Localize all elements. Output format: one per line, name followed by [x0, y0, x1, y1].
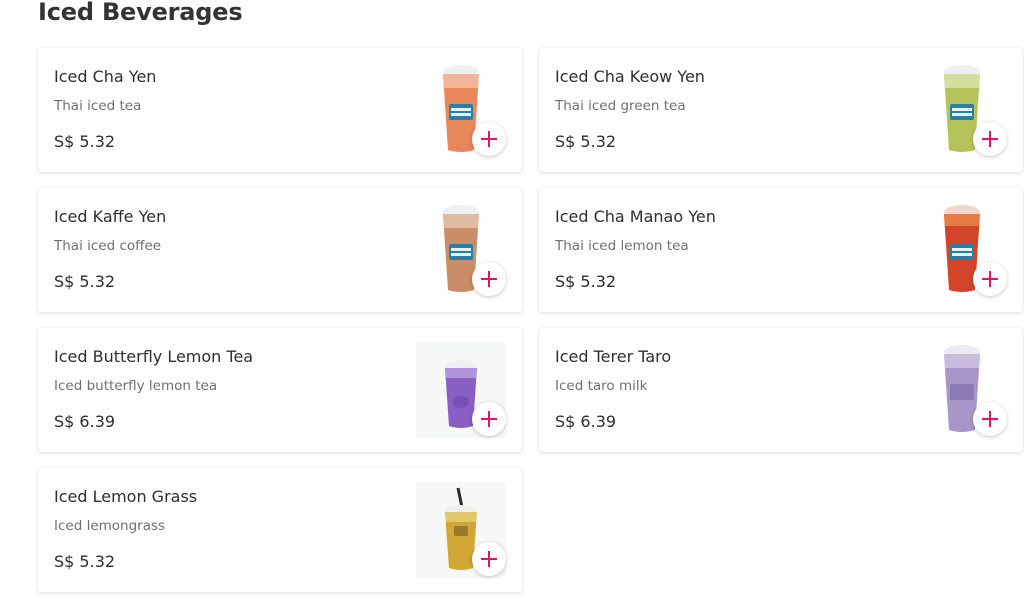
item-description: Thai iced lemon tea — [555, 238, 689, 254]
item-price: S$ 6.39 — [54, 412, 116, 431]
item-price: S$ 5.32 — [54, 272, 116, 291]
menu-item-card[interactable]: Iced Cha Manao Yen Thai iced lemon tea S… — [539, 188, 1023, 312]
item-name: Iced Terer Taro — [555, 347, 672, 366]
item-price: S$ 5.32 — [54, 552, 116, 571]
add-to-cart-button[interactable] — [472, 262, 506, 296]
item-name: Iced Cha Keow Yen — [555, 67, 705, 86]
menu-item-card[interactable]: Iced Cha Yen Thai iced tea S$ 5.32 — [38, 48, 522, 172]
menu-item-card[interactable]: Iced Lemon Grass Iced lemongrass S$ 5.32 — [38, 468, 522, 592]
item-description: Iced butterfly lemon tea — [54, 378, 218, 394]
item-name: Iced Butterfly Lemon Tea — [54, 347, 254, 366]
item-name: Iced Cha Manao Yen — [555, 207, 716, 226]
menu-item-card[interactable]: Iced Kaffe Yen Thai iced coffee S$ 5.32 — [38, 188, 522, 312]
item-description: Iced taro milk — [555, 378, 648, 394]
menu-item-card[interactable]: Iced Terer Taro Iced taro milk S$ 6.39 — [539, 328, 1023, 452]
item-name: Iced Cha Yen — [54, 67, 157, 86]
add-to-cart-button[interactable] — [472, 402, 506, 436]
item-price: S$ 6.39 — [555, 412, 617, 431]
item-description: Thai iced coffee — [54, 238, 162, 254]
item-description: Thai iced green tea — [555, 98, 686, 114]
add-to-cart-button[interactable] — [973, 402, 1007, 436]
add-to-cart-button[interactable] — [472, 122, 506, 156]
add-to-cart-button[interactable] — [973, 122, 1007, 156]
item-price: S$ 5.32 — [555, 132, 617, 151]
add-to-cart-button[interactable] — [472, 542, 506, 576]
item-name: Iced Kaffe Yen — [54, 207, 167, 226]
item-price: S$ 5.32 — [54, 132, 116, 151]
item-name: Iced Lemon Grass — [54, 487, 198, 506]
section-title: Iced Beverages — [38, 0, 243, 26]
item-price: S$ 5.32 — [555, 272, 617, 291]
menu-item-card[interactable]: Iced Butterfly Lemon Tea Iced butterfly … — [38, 328, 522, 452]
menu-item-card[interactable]: Iced Cha Keow Yen Thai iced green tea S$… — [539, 48, 1023, 172]
add-to-cart-button[interactable] — [973, 262, 1007, 296]
item-description: Thai iced tea — [54, 98, 142, 114]
item-description: Iced lemongrass — [54, 518, 166, 534]
